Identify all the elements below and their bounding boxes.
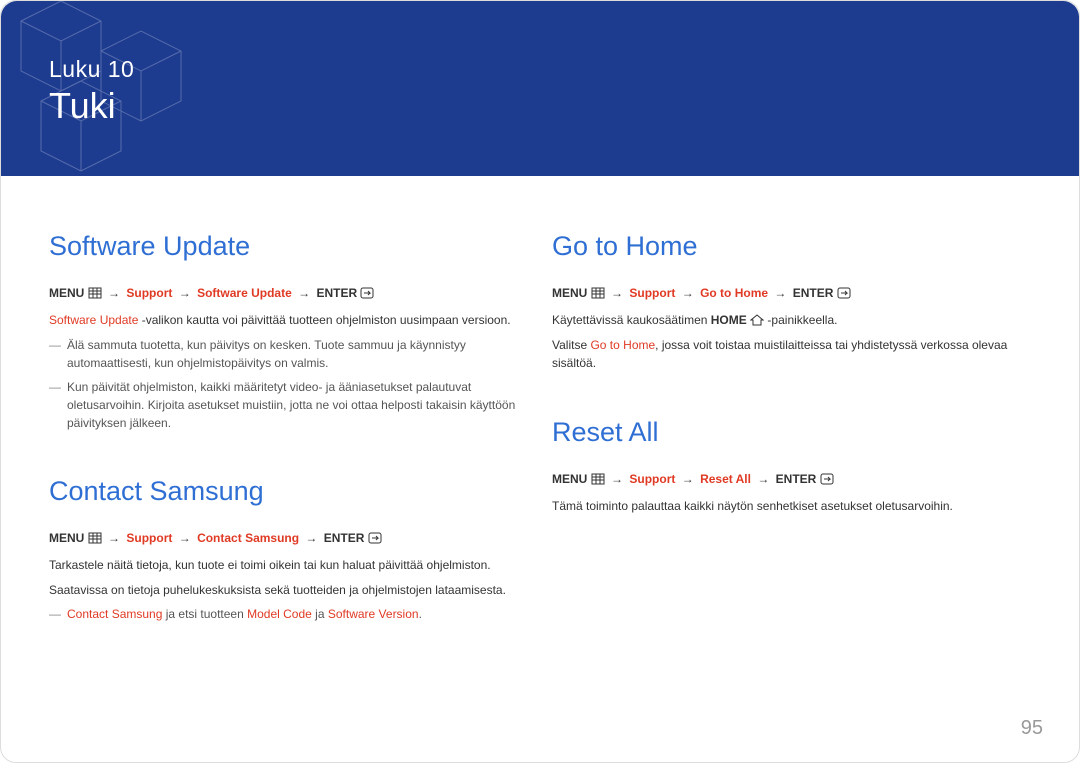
path-menu: MENU	[49, 286, 84, 300]
lead-red: Software Update	[49, 313, 138, 327]
enter-icon	[368, 532, 382, 544]
paragraph-1: Tämä toiminto palauttaa kaikki näytön se…	[552, 497, 1031, 516]
path-item: Reset All	[700, 472, 751, 486]
menu-grid-icon	[591, 287, 605, 299]
path-enter: ENTER	[316, 286, 357, 300]
paragraph-2: Valitse Go to Home, jossa voit toistaa m…	[552, 336, 1031, 373]
note-red-1: Contact Samsung	[67, 607, 162, 621]
path-enter: ENTER	[324, 531, 365, 545]
menu-path-contact-samsung: MENU → Support → Contact Samsung → ENTER	[49, 529, 528, 548]
path-item: Software Update	[197, 286, 292, 300]
path-item: Contact Samsung	[197, 531, 299, 545]
arrow-icon: →	[298, 286, 310, 300]
menu-grid-icon	[88, 287, 102, 299]
menu-path-go-to-home: MENU → Support → Go to Home → ENTER	[552, 284, 1031, 303]
chapter-banner: Luku 10 Tuki	[1, 1, 1079, 176]
paragraph-1: Käytettävissä kaukosäätimen HOME -painik…	[552, 311, 1031, 330]
path-support: Support	[126, 531, 172, 545]
arrow-icon: →	[611, 472, 623, 486]
home-icon	[750, 314, 764, 326]
arrow-icon: →	[757, 472, 769, 486]
page-content: Software Update MENU → Support → Softwar…	[1, 176, 1079, 629]
p2-red: Go to Home	[590, 338, 655, 352]
lead-text: Software Update -valikon kautta voi päiv…	[49, 311, 528, 330]
menu-grid-icon	[591, 473, 605, 485]
section-reset-all: Reset All MENU → Support → Reset All → E…	[552, 417, 1031, 516]
chapter-title: Tuki	[49, 85, 1031, 127]
menu-grid-icon	[88, 532, 102, 544]
left-column: Software Update MENU → Support → Softwar…	[49, 231, 528, 629]
note-contact: Contact Samsung ja etsi tuotteen Model C…	[49, 605, 528, 623]
note-mid-2: ja	[312, 607, 328, 621]
path-menu: MENU	[552, 286, 587, 300]
heading-contact-samsung: Contact Samsung	[49, 476, 528, 507]
arrow-icon: →	[682, 472, 694, 486]
paragraph-2: Saatavissa on tietoja puhelukeskuksista …	[49, 581, 528, 600]
heading-reset-all: Reset All	[552, 417, 1031, 448]
arrow-icon: →	[179, 531, 191, 545]
p1-a: Käytettävissä kaukosäätimen	[552, 313, 711, 327]
note-mid: ja etsi tuotteen	[162, 607, 247, 621]
enter-icon	[360, 287, 374, 299]
path-enter: ENTER	[793, 286, 834, 300]
note-end: .	[419, 607, 422, 621]
path-support: Support	[629, 472, 675, 486]
right-column: Go to Home MENU → Support → Go to Home →…	[552, 231, 1031, 629]
arrow-icon: →	[611, 286, 623, 300]
path-menu: MENU	[552, 472, 587, 486]
section-software-update: Software Update MENU → Support → Softwar…	[49, 231, 528, 432]
p2-a: Valitse	[552, 338, 590, 352]
path-menu: MENU	[49, 531, 84, 545]
path-item: Go to Home	[700, 286, 768, 300]
note-2: Kun päivität ohjelmiston, kaikki määrite…	[49, 378, 528, 432]
arrow-icon: →	[108, 531, 120, 545]
arrow-icon: →	[108, 286, 120, 300]
chapter-number: Luku 10	[49, 56, 1031, 83]
note-1: Älä sammuta tuotetta, kun päivitys on ke…	[49, 336, 528, 372]
enter-icon	[820, 473, 834, 485]
p1-b: -painikkeella.	[764, 313, 837, 327]
heading-go-to-home: Go to Home	[552, 231, 1031, 262]
enter-icon	[837, 287, 851, 299]
note-red-2: Model Code	[247, 607, 312, 621]
note-red-3: Software Version	[328, 607, 419, 621]
lead-rest: -valikon kautta voi päivittää tuotteen o…	[138, 313, 510, 327]
path-support: Support	[629, 286, 675, 300]
section-go-to-home: Go to Home MENU → Support → Go to Home →…	[552, 231, 1031, 373]
path-enter: ENTER	[776, 472, 817, 486]
arrow-icon: →	[774, 286, 786, 300]
page-number: 95	[1021, 717, 1043, 740]
paragraph-1: Tarkastele näitä tietoja, kun tuote ei t…	[49, 556, 528, 575]
arrow-icon: →	[305, 531, 317, 545]
p1-bold: HOME	[711, 313, 747, 327]
section-contact-samsung: Contact Samsung MENU → Support → Contact…	[49, 476, 528, 623]
arrow-icon: →	[179, 286, 191, 300]
arrow-icon: →	[682, 286, 694, 300]
menu-path-reset-all: MENU → Support → Reset All → ENTER	[552, 470, 1031, 489]
path-support: Support	[126, 286, 172, 300]
menu-path-software-update: MENU → Support → Software Update → ENTER	[49, 284, 528, 303]
heading-software-update: Software Update	[49, 231, 528, 262]
